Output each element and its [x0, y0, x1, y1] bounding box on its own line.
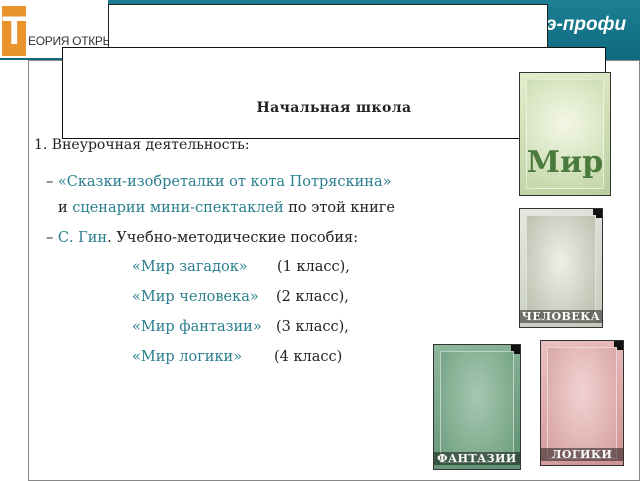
book-title: ЧЕЛОВЕКА [520, 310, 602, 323]
manual-title: «Мир человека» [132, 289, 259, 305]
manual-grade: (4 класс) [274, 349, 343, 365]
dash: – [46, 174, 54, 190]
line-rest: . Учебно-методические пособия: [107, 230, 359, 246]
manual-grade: (1 класс), [277, 259, 350, 275]
book-title: ФАНТАЗИИ [434, 452, 520, 465]
author-name: С. Гин [57, 230, 108, 246]
fairy-tales-title: «Сказки-изобреталки от кота Потряскина» [57, 174, 392, 190]
brand-name: э-профи [546, 14, 627, 35]
book-illustration [526, 215, 596, 321]
manual-title: «Мир логики» [132, 349, 243, 365]
list-item: – С. Гин. Учебно-методические пособия: [46, 230, 358, 246]
book-illustration [440, 351, 514, 463]
line-rest: по этой книге [283, 200, 395, 216]
book-cover-human: ЧЕЛОВЕКА [519, 208, 603, 328]
mini-plays-text: сценарии мини-спектаклей [72, 200, 284, 216]
logo-letter: Т [2, 6, 26, 56]
section-heading: 1. Внеурочная деятельность: [34, 137, 250, 153]
book-cover-fantasy: ФАНТАЗИИ [433, 344, 521, 470]
book-illustration [547, 347, 617, 459]
book-cover-logic: ЛОГИКИ [540, 340, 624, 466]
manual-row: «Мир загадок» [132, 259, 248, 275]
manual-title: «Мир фантазии» [132, 319, 262, 335]
conjunction: и [58, 200, 73, 216]
list-item-continued: и сценарии мини-спектаклей по этой книге [58, 200, 395, 216]
book-title: Мир [526, 145, 604, 180]
manual-title: «Мир загадок» [132, 259, 248, 275]
list-item: – «Сказки-изобреталки от кота Потряскина… [46, 174, 391, 190]
manual-row: «Мир человека» [132, 289, 259, 305]
header-frame [108, 4, 548, 48]
manual-row: «Мир логики» [132, 349, 242, 365]
book-title: ЛОГИКИ [541, 448, 623, 461]
dash: – [46, 230, 54, 246]
manual-row: «Мир фантазии» [132, 319, 262, 335]
manual-grade: (2 класс), [276, 289, 349, 305]
book-cover-riddles: Мир [519, 72, 611, 196]
manual-grade: (3 класс), [276, 319, 349, 335]
